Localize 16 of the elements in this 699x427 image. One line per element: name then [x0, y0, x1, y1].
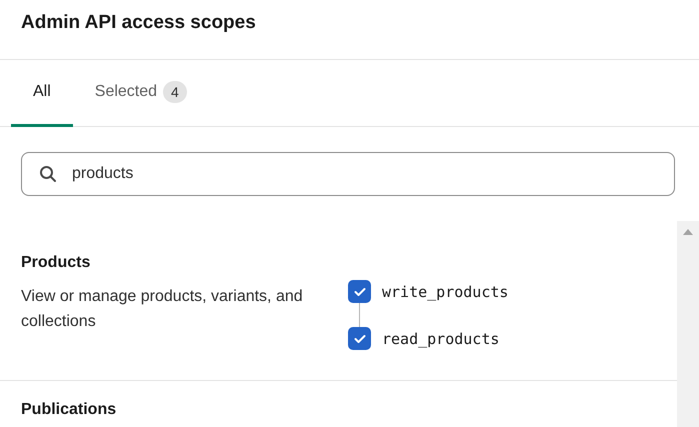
scope-label: read_products	[382, 330, 500, 348]
section-description: View or manage products, variants, and collections	[21, 287, 304, 332]
scrollbar[interactable]	[677, 221, 699, 427]
checkbox[interactable]	[348, 327, 371, 350]
tab[interactable]: Selected 4	[72, 60, 209, 127]
dialog-title: Admin API access scopes	[0, 0, 699, 60]
checkmark-icon	[354, 286, 366, 296]
tab[interactable]: All	[11, 60, 73, 127]
section-heading: Products	[21, 254, 92, 272]
checkmark-icon	[354, 334, 366, 344]
section-heading: Publications	[21, 401, 118, 419]
search-field[interactable]: products	[21, 152, 675, 196]
count-badge: 4	[163, 81, 187, 103]
checkbox[interactable]	[348, 280, 371, 303]
search-icon	[39, 165, 57, 183]
scope-label: write_products	[382, 282, 508, 300]
